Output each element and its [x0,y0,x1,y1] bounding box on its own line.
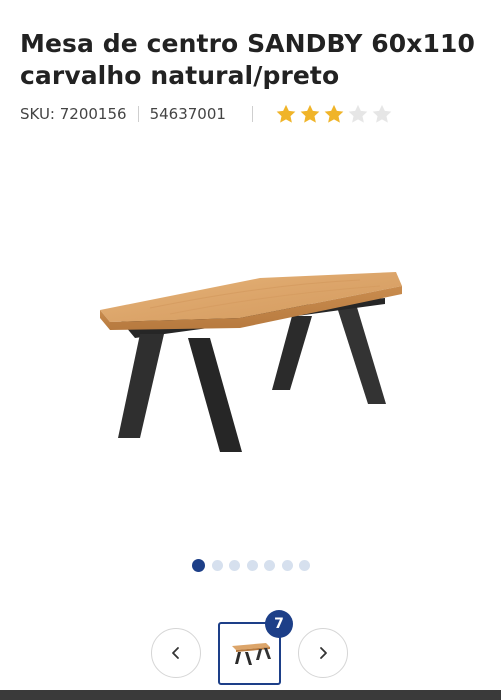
carousel-dot[interactable] [229,560,240,571]
chevron-left-icon [172,647,179,659]
next-image-button[interactable] [298,628,348,678]
star-empty-icon [348,104,368,123]
product-main-image[interactable] [60,230,440,490]
carousel-dot[interactable] [281,560,293,571]
carousel-dot[interactable] [211,560,223,571]
bottom-bar [0,690,501,700]
carousel-dots [192,559,317,572]
reference-number: 54637001 [149,105,226,123]
product-title: Mesa de centro SANDBY 60x110 carvalho na… [20,29,475,90]
star-filled-icon [324,104,344,123]
carousel-dot[interactable] [299,560,310,571]
carousel-dot[interactable] [264,560,275,571]
product-meta: SKU: 7200156 54637001 [20,102,395,126]
carousel-dot-active[interactable] [192,559,205,572]
separator [251,106,253,122]
rating-stars[interactable] [275,103,395,125]
chevron-right-icon [320,647,327,659]
coffee-table-thumbnail [232,643,271,665]
carousel-dot[interactable] [246,560,258,571]
sku-label: SKU: 7200156 [20,105,127,123]
star-filled-icon [300,104,320,123]
coffee-table-image [100,272,402,452]
star-empty-icon [372,104,392,123]
separator [137,106,139,122]
previous-image-button[interactable] [151,628,201,678]
image-count-badge: 7 [265,610,293,638]
star-filled-icon [276,104,296,123]
